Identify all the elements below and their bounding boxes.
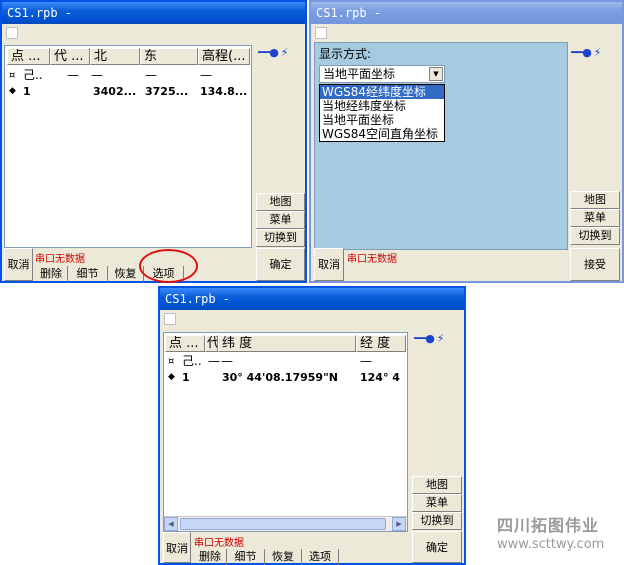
table-cell[interactable]: 1 — [23, 84, 31, 99]
table-cell[interactable]: 3725... — [145, 84, 188, 99]
table-cell[interactable]: — — [200, 68, 212, 83]
window-1: CS1.rpb - 点 ... 代 ... 北 东 高程(... ¤ 己.. —… — [0, 0, 307, 283]
menu-bar — [2, 24, 305, 42]
switch-button[interactable]: 切换到 — [412, 512, 462, 530]
serial-status: 串口无数据 — [194, 538, 244, 549]
menu-icon[interactable] — [164, 313, 176, 325]
menu-bar — [311, 24, 622, 42]
tab-restore[interactable]: 恢复 — [265, 549, 302, 565]
tab-options[interactable]: 选项 — [302, 549, 339, 565]
ok-button[interactable]: 确定 — [256, 248, 305, 281]
menu-button[interactable]: 菜单 — [256, 211, 305, 229]
points-table[interactable]: 点 ... 代 ... 北 东 高程(... ¤ 己.. — — — — ◆ 1… — [4, 45, 252, 248]
tab-delete[interactable]: 删除 — [194, 549, 227, 565]
row-marker: ¤ — [168, 356, 175, 367]
display-mode-select[interactable]: 当地平面坐标 ▼ — [319, 65, 445, 83]
window-3-title: CS1.rpb - — [160, 288, 464, 310]
column-header[interactable]: 北 — [90, 48, 140, 65]
map-button[interactable]: 地图 — [256, 193, 305, 211]
table-cell[interactable]: — — [360, 354, 372, 369]
table-cell[interactable]: 己.. — [182, 354, 202, 369]
dropdown-option[interactable]: WGS84空间直角坐标 — [320, 127, 444, 141]
window-3: CS1.rpb - 点 ... 代 纬 度 经 度 ¤ 己.. — — — ◆ … — [158, 286, 466, 565]
display-mode-label: 显示方式: — [319, 47, 372, 61]
horizontal-scrollbar[interactable]: ◀ ▶ — [164, 516, 407, 531]
table-cell[interactable]: — — [91, 68, 103, 83]
cancel-button[interactable]: 取消 — [314, 248, 344, 281]
column-header[interactable]: 纬 度 — [218, 335, 356, 352]
map-button[interactable]: 地图 — [570, 191, 620, 209]
window-2-title: CS1.rpb - — [311, 2, 622, 24]
display-mode-value: 当地平面坐标 — [323, 67, 396, 81]
gps-link-icon: ━━● ⚡ — [258, 46, 288, 59]
tab-detail[interactable]: 细节 — [227, 549, 265, 565]
window-1-title: CS1.rpb - — [2, 2, 305, 24]
table-cell[interactable]: 3402... — [93, 84, 136, 99]
cancel-button[interactable]: 取消 — [4, 248, 33, 281]
serial-status: 串口无数据 — [347, 254, 397, 265]
row-marker: ◆ — [9, 86, 16, 96]
scroll-left-icon[interactable]: ◀ — [164, 517, 178, 531]
menu-icon[interactable] — [315, 27, 327, 39]
table-cell[interactable]: 己.. — [23, 68, 43, 83]
menu-button[interactable]: 菜单 — [570, 209, 620, 227]
cancel-button[interactable]: 取消 — [163, 532, 191, 563]
gps-link-icon: ━━● ⚡ — [414, 332, 444, 345]
menu-bar — [160, 310, 464, 328]
table-cell[interactable]: — — [145, 68, 157, 83]
menu-icon[interactable] — [6, 27, 18, 39]
row-marker: ◆ — [168, 372, 175, 382]
points-table[interactable]: 点 ... 代 纬 度 经 度 ¤ 己.. — — — ◆ 1 30° 44'0… — [163, 332, 408, 532]
dropdown-option[interactable]: 当地经纬度坐标 — [320, 99, 444, 113]
display-settings-panel: 显示方式: 当地平面坐标 ▼ WGS84经纬度坐标 当地经纬度坐标 当地平面坐标… — [314, 42, 568, 250]
accept-button[interactable]: 接受 — [570, 248, 620, 281]
menu-button[interactable]: 菜单 — [412, 494, 462, 512]
chevron-down-icon[interactable]: ▼ — [429, 67, 443, 81]
column-header[interactable]: 经 度 — [356, 335, 406, 352]
tab-detail[interactable]: 细节 — [68, 266, 108, 282]
map-button[interactable]: 地图 — [412, 476, 462, 494]
column-header[interactable]: 东 — [140, 48, 198, 65]
column-header[interactable]: 高程(... — [198, 48, 250, 65]
display-mode-dropdown[interactable]: WGS84经纬度坐标 当地经纬度坐标 当地平面坐标 WGS84空间直角坐标 — [319, 84, 445, 142]
table-cell[interactable]: 124° 4 — [360, 370, 400, 385]
column-header[interactable]: 点 ... — [165, 335, 205, 352]
scroll-thumb[interactable] — [180, 518, 386, 530]
table-cell[interactable]: 30° 44'08.17959"N — [222, 370, 338, 385]
dropdown-option[interactable]: WGS84经纬度坐标 — [320, 85, 444, 99]
column-header[interactable]: 代 ... — [50, 48, 90, 65]
table-cell[interactable]: — — [221, 354, 233, 369]
watermark-url: www.scttwy.com — [497, 537, 605, 552]
ok-button[interactable]: 确定 — [412, 531, 462, 563]
table-cell[interactable]: 1 — [182, 370, 190, 385]
table-cell[interactable]: — — [208, 354, 220, 369]
watermark-name: 四川拓图伟业 — [497, 516, 600, 535]
serial-status: 串口无数据 — [35, 254, 85, 265]
row-marker: ¤ — [9, 70, 16, 81]
highlight-circle — [139, 249, 198, 283]
gps-link-icon: ━━● ⚡ — [571, 46, 601, 59]
column-header[interactable]: 代 — [205, 335, 218, 352]
tab-delete[interactable]: 删除 — [35, 266, 68, 282]
column-header[interactable]: 点 ... — [7, 48, 50, 65]
switch-button[interactable]: 切换到 — [570, 227, 620, 245]
switch-button[interactable]: 切换到 — [256, 229, 305, 247]
table-cell[interactable]: — — [67, 68, 79, 83]
window-2: CS1.rpb - 显示方式: 当地平面坐标 ▼ WGS84经纬度坐标 当地经纬… — [309, 0, 624, 283]
dropdown-option[interactable]: 当地平面坐标 — [320, 113, 444, 127]
table-cell[interactable]: 134.8... — [200, 84, 247, 99]
scroll-right-icon[interactable]: ▶ — [392, 517, 406, 531]
